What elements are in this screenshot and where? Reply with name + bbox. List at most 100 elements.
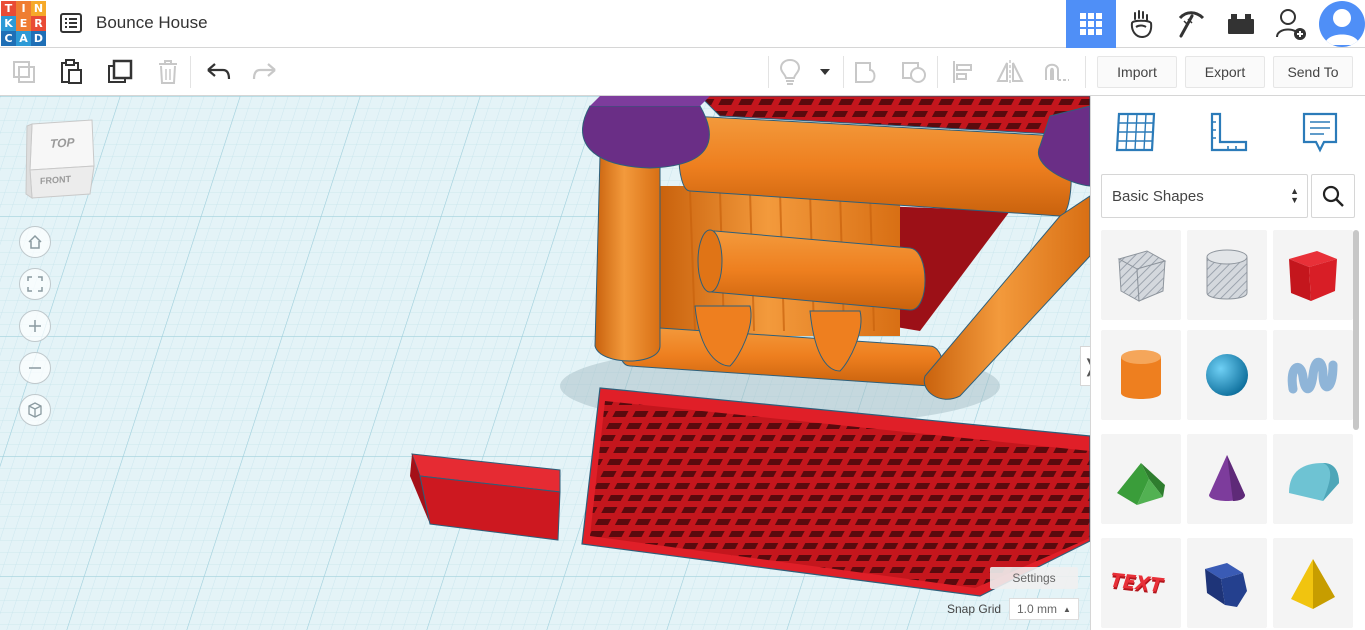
notes-button[interactable]	[774, 56, 806, 88]
delete-button[interactable]	[152, 56, 184, 88]
design-list-button[interactable]	[58, 10, 84, 36]
ungroup-icon	[902, 62, 926, 83]
perspective-toggle-button[interactable]	[19, 394, 51, 426]
snap-grid-select[interactable]: 1.0 mm ▲	[1009, 598, 1079, 620]
cylinder-hole-icon	[1206, 249, 1248, 300]
logo-letter: E	[16, 16, 31, 31]
snap-grid-value: 1.0 mm	[1017, 602, 1058, 616]
import-button[interactable]: Import	[1097, 56, 1177, 88]
shape-library-value: Basic Shapes	[1112, 187, 1204, 205]
shapes-panel: Basic Shapes ▲ ▼ TEXT TEXT	[1090, 96, 1365, 630]
workplane-settings-button[interactable]: Settings	[990, 567, 1078, 589]
toolbar-divider	[1085, 56, 1086, 88]
mirror-icon	[996, 60, 1024, 84]
edit-toolbar: Import Export Send To	[0, 48, 1365, 96]
user-avatar[interactable]	[1319, 1, 1365, 47]
toolbar-divider	[190, 56, 191, 88]
shape-scribble[interactable]	[1273, 330, 1353, 420]
shape-box-hole[interactable]	[1101, 230, 1181, 320]
caret-up-icon: ▲	[1063, 604, 1071, 614]
view-cube[interactable]: TOP FRONT	[22, 116, 102, 206]
ungroup-button[interactable]	[898, 56, 930, 88]
bricks-view-button[interactable]	[1216, 0, 1266, 48]
chevron-down-icon	[820, 69, 830, 75]
export-button[interactable]: Export	[1185, 56, 1265, 88]
toolbar-divider	[843, 56, 844, 88]
ruler-icon	[1210, 112, 1248, 152]
send-to-button[interactable]: Send To	[1273, 56, 1353, 88]
cruise-button[interactable]	[1041, 56, 1073, 88]
align-button[interactable]	[947, 56, 979, 88]
group-button[interactable]	[850, 56, 882, 88]
logo-letter: T	[1, 1, 16, 16]
zoom-out-button[interactable]	[19, 352, 51, 384]
notes-dropdown-button[interactable]	[812, 56, 838, 88]
logo-letter: K	[1, 16, 16, 31]
align-icon	[953, 61, 972, 83]
blocks-view-button[interactable]	[1116, 0, 1166, 48]
shape-search-button[interactable]	[1311, 174, 1355, 218]
zoom-in-button[interactable]	[19, 310, 51, 342]
redo-button[interactable]	[249, 56, 281, 88]
shape-cone[interactable]	[1187, 434, 1267, 524]
3d-design-view-button[interactable]	[1066, 0, 1116, 48]
copy-button[interactable]	[8, 56, 40, 88]
workplane-grid-icon	[1115, 112, 1156, 152]
roof-icon	[1117, 463, 1165, 505]
box-hole-icon	[1117, 250, 1167, 302]
logo-letter: D	[31, 31, 46, 46]
ruler-tool-button[interactable]	[1204, 108, 1252, 156]
invite-collaborators-button[interactable]	[1266, 0, 1316, 48]
pyramid-icon	[1291, 559, 1335, 609]
undo-icon	[207, 63, 231, 80]
circuits-view-button[interactable]	[1166, 0, 1216, 48]
fit-view-icon	[27, 276, 43, 292]
duplicate-button[interactable]	[104, 56, 136, 88]
design-title[interactable]: Bounce House	[96, 13, 208, 33]
shape-box[interactable]	[1273, 230, 1353, 320]
paste-button[interactable]	[55, 56, 87, 88]
avatar-icon	[1325, 9, 1359, 45]
list-icon	[60, 13, 82, 33]
group-icon	[855, 62, 876, 83]
shape-roof[interactable]	[1101, 434, 1181, 524]
minus-icon	[29, 367, 41, 369]
tinkercad-logo[interactable]: TINKERCAD	[0, 0, 46, 46]
shape-sphere[interactable]	[1187, 330, 1267, 420]
mirror-button[interactable]	[994, 56, 1026, 88]
shape-library-select[interactable]: Basic Shapes ▲ ▼	[1101, 174, 1308, 218]
logo-letter: N	[31, 1, 46, 16]
home-icon	[28, 234, 42, 249]
shape-cylinder-hole[interactable]	[1187, 230, 1267, 320]
shape-polygon[interactable]	[1187, 538, 1267, 628]
workplane-tool-button[interactable]	[1112, 108, 1160, 156]
logo-letter: C	[1, 31, 16, 46]
search-icon	[1322, 185, 1344, 207]
workplane-canvas[interactable]: TOP FRONT	[0, 96, 1090, 630]
fit-view-button[interactable]	[19, 268, 51, 300]
hand-icon	[1130, 10, 1153, 39]
snap-grid-label: Snap Grid	[947, 602, 1002, 616]
shapes-scrollbar[interactable]	[1353, 230, 1359, 430]
top-bar: TINKERCAD Bounce House	[0, 0, 1365, 48]
home-view-button[interactable]	[19, 226, 51, 258]
grid-icon	[1080, 13, 1102, 35]
cone-icon	[1209, 455, 1245, 501]
duplicate-icon	[108, 59, 133, 83]
workplane-scene	[0, 96, 1090, 630]
undo-button[interactable]	[202, 56, 234, 88]
brick-icon	[1228, 14, 1254, 34]
note-icon	[1302, 112, 1338, 153]
shape-text[interactable]: TEXT TEXT	[1101, 538, 1181, 628]
shape-round-roof[interactable]	[1273, 434, 1353, 524]
shape-pyramid[interactable]	[1273, 538, 1353, 628]
copy-icon	[13, 61, 35, 83]
shape-cylinder[interactable]	[1101, 330, 1181, 420]
plus-icon	[29, 320, 41, 332]
shapes-grid: TEXT TEXT	[1101, 230, 1353, 630]
sphere-icon	[1206, 354, 1248, 396]
notes-tool-button[interactable]	[1296, 108, 1344, 156]
view-cube-top-label: TOP	[50, 135, 75, 151]
toolbar-divider	[937, 56, 938, 88]
trash-icon	[159, 60, 177, 84]
